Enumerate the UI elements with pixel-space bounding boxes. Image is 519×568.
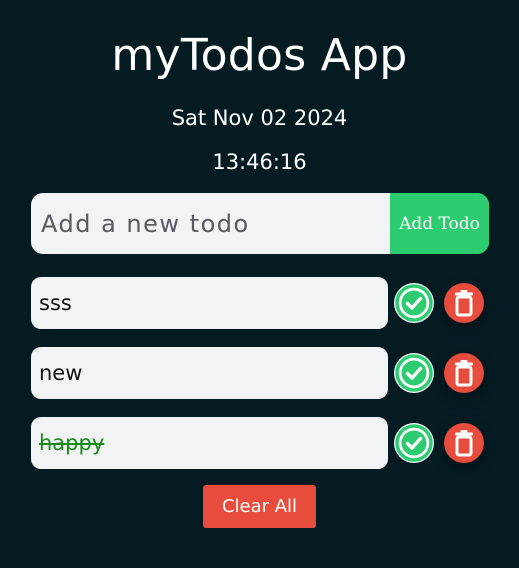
todo-item: sss <box>31 277 491 329</box>
todo-text[interactable]: new <box>31 347 388 399</box>
trash-icon <box>455 290 473 317</box>
trash-icon <box>455 360 473 387</box>
complete-todo-button[interactable] <box>394 283 434 323</box>
delete-todo-button[interactable] <box>444 423 484 463</box>
new-todo-input[interactable] <box>31 193 390 254</box>
clear-all-button[interactable]: Clear All <box>203 485 316 528</box>
todo-item: new <box>31 347 491 399</box>
todo-item: happy <box>31 417 491 469</box>
add-todo-form: Add Todo <box>31 193 489 254</box>
current-time: 13:46:16 <box>212 150 307 174</box>
check-circle-icon <box>395 284 433 322</box>
check-circle-icon <box>395 424 433 462</box>
complete-todo-button[interactable] <box>394 353 434 393</box>
app-title: myTodos App <box>111 30 408 81</box>
delete-todo-button[interactable] <box>444 283 484 323</box>
trash-icon <box>455 430 473 457</box>
todo-list: sss new happy <box>31 277 491 487</box>
delete-todo-button[interactable] <box>444 353 484 393</box>
current-date: Sat Nov 02 2024 <box>171 106 348 130</box>
complete-todo-button[interactable] <box>394 423 434 463</box>
todo-text[interactable]: sss <box>31 277 388 329</box>
add-todo-button[interactable]: Add Todo <box>390 193 489 254</box>
todo-text-completed[interactable]: happy <box>31 417 388 469</box>
check-circle-icon <box>395 354 433 392</box>
todo-app: myTodos App Sat Nov 02 2024 13:46:16 Add… <box>0 0 519 568</box>
